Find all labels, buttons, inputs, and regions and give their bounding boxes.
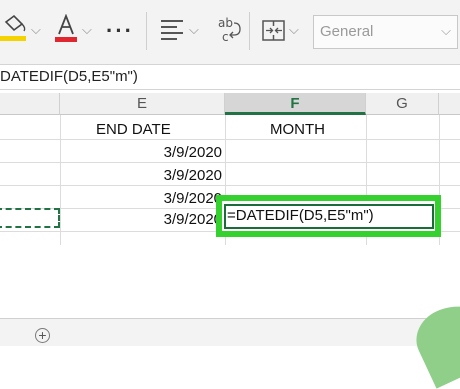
gridline	[0, 185, 460, 186]
wrap-text-button[interactable]: ab c	[215, 14, 243, 48]
cell-e-header[interactable]: END DATE	[96, 121, 171, 138]
active-cell-formula: =DATEDIF(D5,E5"m")	[227, 207, 374, 224]
wrap-text-icon: ab c	[218, 16, 241, 44]
cell-f-header[interactable]: MONTH	[270, 121, 325, 138]
column-header-blank	[0, 93, 60, 115]
chevron-down-icon[interactable]: ⌵	[189, 22, 199, 38]
cell-end-date[interactable]: 3/9/2020	[60, 167, 222, 184]
add-sheet-icon[interactable]: +	[35, 328, 50, 343]
column-header-g[interactable]: G	[366, 93, 439, 115]
merge-cells-button[interactable]	[262, 19, 286, 43]
paint-bucket-icon	[0, 14, 26, 41]
number-format-dropdown[interactable]: General ⌵	[313, 15, 458, 49]
copy-selection-marquee	[0, 208, 60, 228]
ribbon-toolbar: ⌵ ⌵ ··· ⌵ ab c ⌵ General ⌵	[0, 0, 460, 65]
sheet-tab-bar	[0, 318, 460, 346]
svg-text:ab: ab	[218, 16, 233, 30]
formula-bar-text: DATEDIF(D5,E5"m")	[0, 68, 138, 85]
chevron-down-icon[interactable]: ⌵	[289, 22, 299, 38]
align-left-icon	[161, 20, 183, 40]
column-header-e[interactable]: E	[60, 93, 225, 115]
column-header-next	[439, 93, 460, 115]
gridline	[0, 162, 460, 163]
column-header-f[interactable]: F	[225, 93, 366, 115]
font-color-icon	[55, 13, 77, 42]
divider	[146, 12, 147, 50]
chevron-down-icon[interactable]: ⌵	[82, 22, 92, 38]
formula-bar[interactable]: DATEDIF(D5,E5"m")	[0, 65, 460, 90]
font-color-button[interactable]	[55, 13, 81, 44]
number-format-value: General	[320, 23, 374, 40]
chevron-down-icon[interactable]: ⌵	[31, 22, 41, 38]
more-options-icon[interactable]: ···	[106, 18, 134, 44]
cell-end-date[interactable]: 3/9/2020	[60, 211, 222, 228]
fill-color-button[interactable]	[0, 14, 30, 44]
svg-text:c: c	[222, 30, 229, 44]
align-button[interactable]	[160, 18, 186, 42]
cell-end-date[interactable]: 3/9/2020	[60, 190, 222, 207]
chevron-down-icon: ⌵	[441, 23, 451, 38]
divider	[249, 12, 250, 50]
merge-cells-icon	[262, 20, 285, 41]
gridline	[0, 139, 460, 140]
cell-end-date[interactable]: 3/9/2020	[60, 144, 222, 161]
